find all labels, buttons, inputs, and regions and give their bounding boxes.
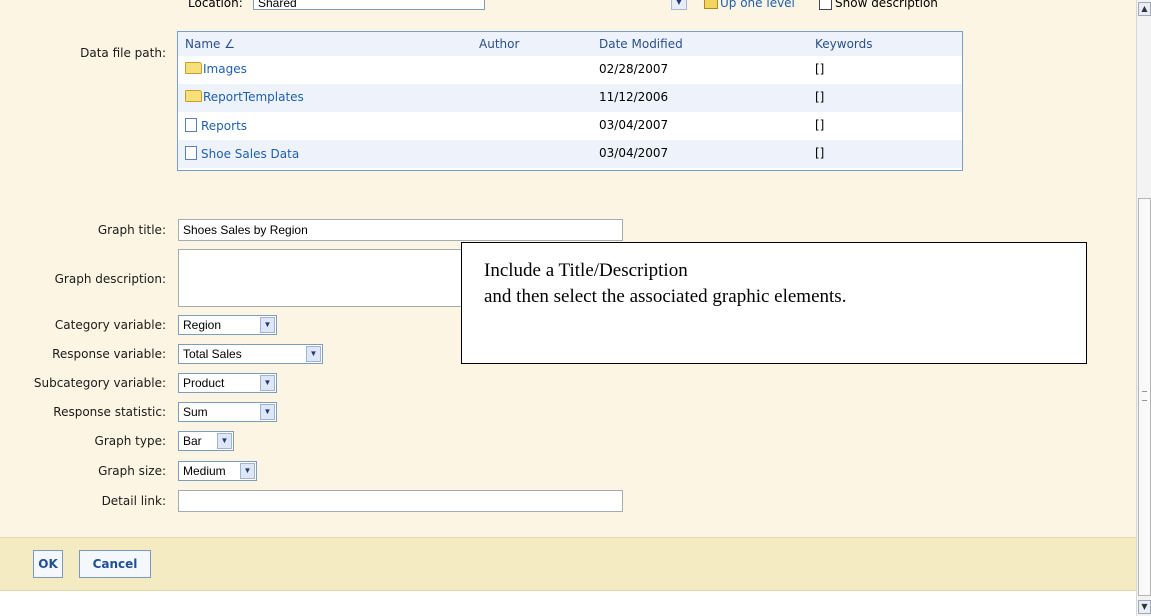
- response-statistic-label: Response statistic:: [53, 405, 166, 419]
- file-date: 02/28/2007: [599, 62, 669, 76]
- column-header-date[interactable]: Date Modified: [599, 37, 683, 51]
- show-description-checkbox[interactable]: [819, 0, 832, 10]
- chevron-down-icon: ▼: [260, 375, 275, 391]
- response-statistic-select[interactable]: Sum ▼: [178, 402, 277, 422]
- graph-size-select[interactable]: Medium ▼: [178, 461, 257, 481]
- document-icon: [185, 118, 197, 132]
- ok-button[interactable]: OK: [33, 550, 63, 578]
- category-variable-select[interactable]: Region ▼: [178, 315, 277, 335]
- file-name-link[interactable]: Shoe Sales Data: [185, 146, 299, 161]
- file-table: Name ∠ Author Date Modified Keywords Ima…: [177, 31, 963, 171]
- grip-icon: [1142, 391, 1147, 401]
- column-header-author[interactable]: Author: [479, 37, 519, 51]
- column-header-name[interactable]: Name ∠: [185, 37, 235, 51]
- chevron-down-icon: ▼: [260, 404, 275, 420]
- chevron-down-icon: ▼: [306, 346, 321, 362]
- response-variable-label: Response variable:: [52, 347, 166, 361]
- graph-title-label: Graph title:: [97, 223, 166, 237]
- form-panel: Location: Shared ▼ Up one level Show des…: [0, 0, 1136, 537]
- file-table-header: Name ∠ Author Date Modified Keywords: [178, 32, 962, 56]
- file-keywords: []: [815, 118, 825, 132]
- subcategory-variable-select[interactable]: Product ▼: [178, 373, 277, 393]
- instruction-callout: Include a Title/Description and then sel…: [461, 242, 1087, 364]
- chevron-down-icon[interactable]: ▼: [671, 0, 687, 10]
- graph-title-input[interactable]: Shoes Sales by Region: [178, 219, 623, 241]
- file-name-link[interactable]: ReportTemplates: [185, 90, 304, 104]
- graph-description-textarea[interactable]: [178, 249, 478, 307]
- file-name-link[interactable]: Images: [185, 62, 247, 76]
- category-variable-label: Category variable:: [54, 318, 166, 332]
- location-label: Location:: [188, 0, 243, 10]
- file-date: 03/04/2007: [599, 146, 669, 160]
- graph-description-label: Graph description:: [54, 272, 166, 286]
- graph-type-label: Graph type:: [94, 434, 166, 448]
- folder-icon: [185, 90, 202, 102]
- file-date: 03/04/2007: [599, 118, 669, 132]
- table-row[interactable]: ReportTemplates 11/12/2006 []: [178, 84, 962, 112]
- chevron-down-icon: ▼: [217, 433, 232, 449]
- data-file-path-label: Data file path:: [80, 46, 166, 60]
- detail-link-input[interactable]: [178, 490, 623, 512]
- detail-link-label: Detail link:: [101, 494, 166, 508]
- document-icon: [185, 146, 197, 160]
- button-bar: [0, 537, 1136, 591]
- callout-line-2: and then select the associated graphic e…: [484, 286, 847, 307]
- column-header-keywords[interactable]: Keywords: [815, 37, 873, 51]
- dialog-frame: Location: Shared ▼ Up one level Show des…: [0, 0, 1136, 616]
- up-one-level-link[interactable]: Up one level: [720, 0, 795, 10]
- graph-size-label: Graph size:: [98, 464, 166, 478]
- location-select[interactable]: Shared: [253, 0, 485, 10]
- response-variable-select[interactable]: Total Sales ▼: [178, 344, 323, 364]
- folder-icon: [185, 62, 202, 74]
- file-name-link[interactable]: Reports: [185, 118, 247, 133]
- chevron-up-icon[interactable]: ▲: [1138, 2, 1151, 16]
- graph-type-select[interactable]: Bar ▼: [178, 431, 234, 451]
- file-keywords: []: [815, 90, 825, 104]
- callout-line-1: Include a Title/Description: [484, 260, 688, 281]
- subcategory-variable-label: Subcategory variable:: [33, 376, 166, 390]
- table-row[interactable]: Images 02/28/2007 []: [178, 56, 962, 84]
- scrollbar-thumb[interactable]: [1138, 198, 1151, 596]
- show-description-label: Show description: [835, 0, 938, 10]
- up-folder-icon[interactable]: [704, 0, 718, 9]
- file-keywords: []: [815, 146, 825, 160]
- file-date: 11/12/2006: [599, 90, 669, 104]
- cancel-button[interactable]: Cancel: [79, 550, 151, 578]
- table-row[interactable]: Shoe Sales Data 03/04/2007 []: [178, 140, 962, 168]
- chevron-down-icon: ▼: [240, 463, 255, 479]
- vertical-scrollbar[interactable]: ▲ ▼: [1136, 0, 1151, 616]
- file-keywords: []: [815, 62, 825, 76]
- sort-indicator-icon: ∠: [224, 37, 235, 51]
- table-row[interactable]: Reports 03/04/2007 []: [178, 112, 962, 140]
- chevron-down-icon: ▼: [260, 317, 275, 333]
- chevron-down-icon[interactable]: ▼: [1138, 600, 1151, 614]
